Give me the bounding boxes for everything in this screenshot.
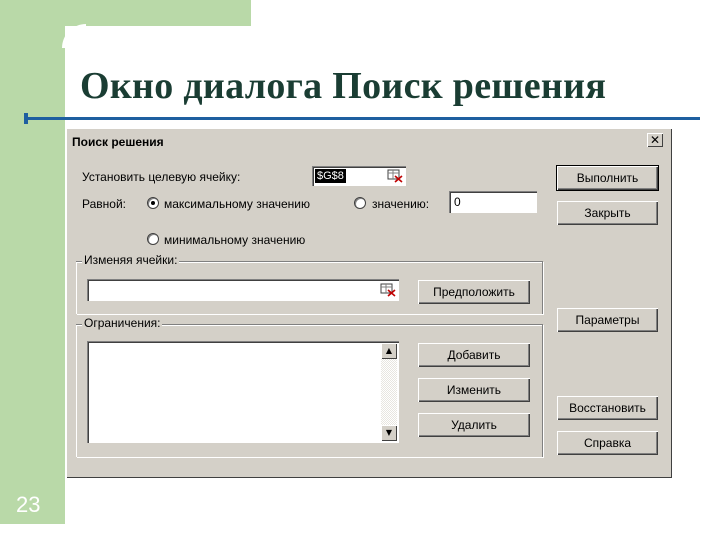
radio-value-label: значению: — [372, 197, 430, 211]
scroll-up-arrow-icon[interactable]: ▲ — [381, 343, 397, 359]
options-button[interactable]: Параметры — [557, 308, 658, 332]
change-button[interactable]: Изменить — [418, 378, 530, 402]
slide-side-band — [0, 0, 65, 524]
solve-button[interactable]: Выполнить — [557, 166, 658, 190]
equal-to-label: Равной: — [82, 197, 126, 211]
value-input[interactable]: 0 — [449, 191, 537, 213]
radio-max-label: максимальному значению — [164, 197, 311, 211]
radio-max[interactable] — [147, 197, 159, 209]
slide-number: 23 — [16, 492, 41, 517]
value-input-text: 0 — [454, 195, 461, 209]
constraints-scrollbar[interactable]: ▲ ▼ — [381, 343, 397, 441]
delete-button[interactable]: Удалить — [418, 413, 530, 437]
help-button[interactable]: Справка — [557, 431, 658, 455]
radio-min-label: минимальному значению — [164, 233, 306, 247]
changing-cells-label: Изменяя ячейки: — [82, 253, 180, 267]
constraints-list[interactable]: ▲ ▼ — [87, 341, 399, 443]
slide-title: Окно диалога Поиск решения — [80, 65, 607, 107]
changing-cells-field[interactable] — [87, 279, 399, 301]
slide-corner — [62, 24, 86, 48]
range-select-icon[interactable] — [387, 169, 403, 183]
slide-top-band — [65, 0, 251, 26]
close-button[interactable]: Закрыть — [557, 201, 658, 225]
target-cell-label: Установить целевую ячейку: — [82, 170, 241, 184]
target-cell-field[interactable]: $G$8 — [312, 166, 406, 186]
range-select-icon[interactable] — [380, 283, 396, 297]
dialog-title: Поиск решения — [72, 135, 164, 149]
close-icon[interactable]: ✕ — [647, 133, 663, 147]
target-cell-value: $G$8 — [315, 169, 346, 183]
radio-value[interactable] — [354, 197, 366, 209]
dialog-titlebar[interactable]: Поиск решения ✕ — [69, 131, 669, 153]
add-button[interactable]: Добавить — [418, 343, 530, 367]
scroll-down-arrow-icon[interactable]: ▼ — [381, 425, 397, 441]
constraints-label: Ограничения: — [82, 316, 163, 330]
solver-dialog: Поиск решения ✕ Установить целевую ячейк… — [66, 128, 672, 478]
reset-button[interactable]: Восстановить — [557, 396, 658, 420]
guess-button[interactable]: Предположить — [418, 280, 530, 304]
radio-min[interactable] — [147, 233, 159, 245]
title-rule — [28, 117, 700, 120]
